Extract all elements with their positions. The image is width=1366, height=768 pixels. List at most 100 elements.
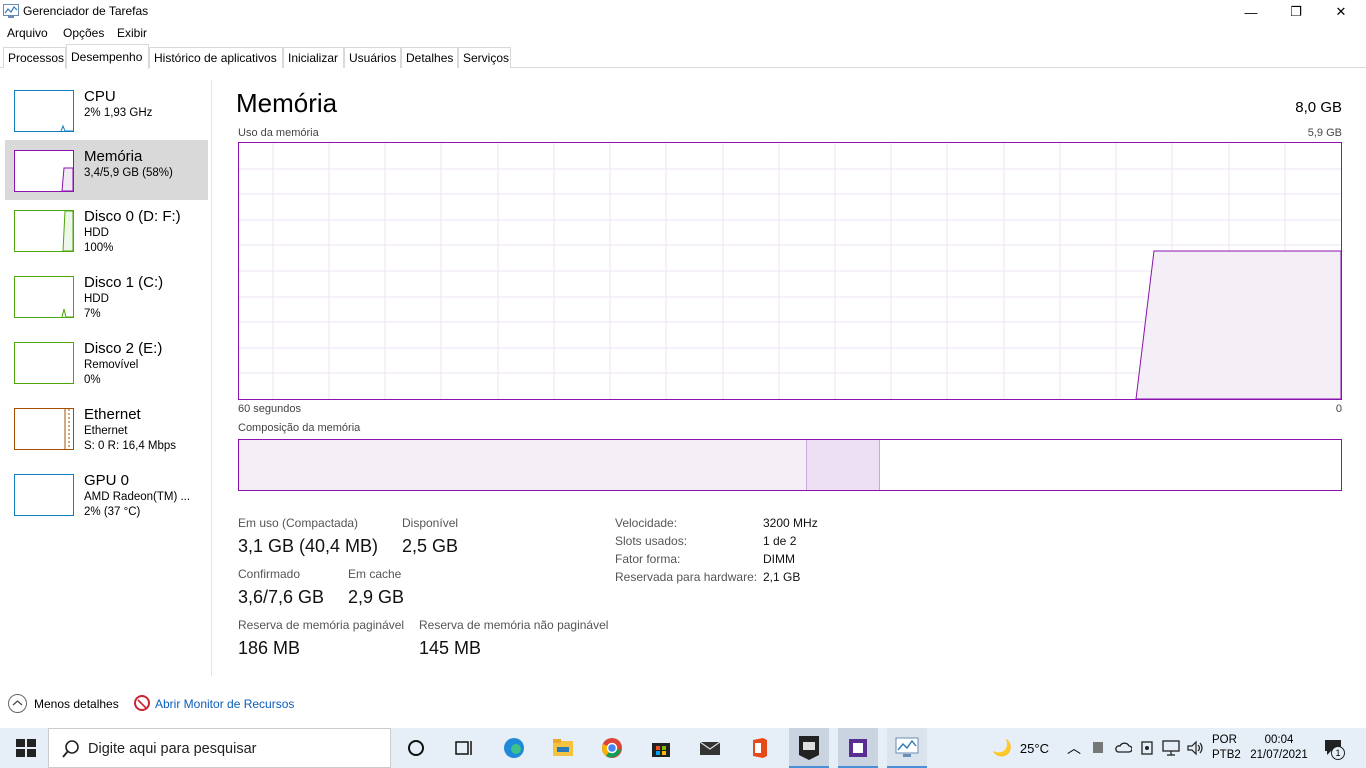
- chevron-up-icon: ︿: [1067, 740, 1081, 756]
- file-explorer-icon[interactable]: [551, 736, 575, 760]
- search-placeholder: Digite aqui para pesquisar: [88, 741, 257, 757]
- tab-usuarios[interactable]: Usuários: [344, 47, 401, 68]
- tab-desempenho[interactable]: Desempenho: [66, 44, 149, 69]
- sidebar-item-detail: HDD: [84, 227, 109, 239]
- sidebar-item-ethernet[interactable]: Ethernet Ethernet S: 0 R: 16,4 Mbps: [5, 398, 208, 458]
- windows-start-icon[interactable]: [14, 736, 38, 760]
- sidebar-item-disco2[interactable]: Disco 2 (E:) Removível 0%: [5, 332, 208, 392]
- cortana-icon[interactable]: [404, 736, 428, 760]
- tab-historico[interactable]: Histórico de aplicativos: [149, 47, 283, 68]
- menu-arquivo[interactable]: Arquivo: [7, 26, 48, 40]
- temperature-label: 25°C: [1019, 740, 1049, 756]
- cached-label: Em cache: [348, 567, 402, 581]
- moon-icon: 🌙: [992, 740, 1012, 757]
- sidebar-item-label: Ethernet: [84, 406, 141, 423]
- tab-processos[interactable]: Processos: [3, 47, 66, 68]
- sidebar-item-label: Disco 2 (E:): [84, 340, 163, 357]
- gpu-thumbnail: [14, 474, 74, 516]
- tab-inicializar[interactable]: Inicializar: [283, 47, 344, 68]
- task-manager-taskbar-button[interactable]: [887, 728, 927, 768]
- hardware-reserved-label: Reservada para hardware:: [615, 570, 758, 584]
- disk2-thumbnail: [14, 342, 74, 384]
- task-view-icon[interactable]: [452, 736, 476, 760]
- sidebar-item-label: Disco 1 (C:): [84, 274, 164, 291]
- time-axis-right: 0: [1335, 403, 1342, 415]
- less-details-link[interactable]: Menos detalhes: [34, 697, 119, 711]
- committed-value: 3,6/7,6 GB: [238, 587, 325, 607]
- weather-widget[interactable]: 🌙 25°C: [992, 728, 1049, 768]
- time-axis-left: 60 segundos: [238, 403, 301, 415]
- form-factor-label: Fator forma:: [615, 552, 681, 566]
- security-icon[interactable]: [1139, 739, 1155, 757]
- taskbar-search-box[interactable]: Digite aqui para pesquisar: [48, 728, 391, 768]
- sidebar-item-detail: HDD: [84, 293, 109, 305]
- minimize-icon: —: [1244, 4, 1258, 20]
- chevron-up-icon[interactable]: [8, 694, 27, 713]
- in-use-label: Em uso (Compactada): [238, 516, 359, 530]
- sidebar-item-value: 100%: [84, 242, 114, 254]
- form-factor-value: DIMM: [763, 552, 795, 566]
- clock[interactable]: 00:04 21/07/2021: [1249, 733, 1309, 763]
- hardware-reserved-value: 2,1 GB: [763, 570, 801, 584]
- language-indicator[interactable]: POR PTB2: [1212, 733, 1241, 763]
- sidebar-item-disco1[interactable]: Disco 1 (C:) HDD 7%: [5, 266, 208, 326]
- sidebar-item-label: GPU 0: [84, 472, 130, 489]
- sidebar-item-detail: AMD Radeon(TM) ...: [84, 491, 191, 503]
- open-resource-monitor-link[interactable]: Abrir Monitor de Recursos: [155, 697, 294, 711]
- memory-usage-graph: [238, 142, 1342, 400]
- sidebar-item-disco0[interactable]: Disco 0 (D: F:) HDD 100%: [5, 200, 208, 260]
- restore-icon: ❐: [1290, 4, 1302, 19]
- edge-browser-icon[interactable]: [502, 736, 526, 760]
- sidebar-item-value: 7%: [84, 308, 101, 320]
- menu-opcoes[interactable]: Opções: [63, 26, 104, 40]
- paged-pool-label: Reserva de memória paginável: [238, 618, 405, 632]
- onedrive-icon[interactable]: [1114, 740, 1132, 754]
- sidebar-item-detail: Removível: [84, 359, 139, 371]
- show-hidden-icons[interactable]: ︿: [1067, 728, 1081, 768]
- sidebar-item-memoria[interactable]: Memória 3,4/5,9 GB (58%): [5, 140, 208, 200]
- maximize-button[interactable]: ❐: [1273, 0, 1319, 24]
- epic-games-button[interactable]: [789, 728, 829, 768]
- menu-bar: Arquivo Opções Exibir: [0, 24, 1366, 44]
- task-manager-app-icon: [3, 4, 19, 18]
- close-button[interactable]: ✕: [1318, 0, 1364, 24]
- sidebar-item-detail: 3,4/5,9 GB (58%): [84, 167, 173, 179]
- epic-games-icon: [799, 736, 819, 760]
- sidebar-item-gpu0[interactable]: GPU 0 AMD Radeon(TM) ... 2% (37 °C): [5, 464, 208, 524]
- memory-thumbnail: [14, 150, 74, 192]
- composition-in-use[interactable]: [239, 440, 807, 490]
- sidebar-item-value: 2% (37 °C): [84, 506, 141, 518]
- total-memory: 8,0 GB: [1295, 99, 1342, 116]
- tab-detalhes[interactable]: Detalhes: [401, 47, 458, 68]
- office-icon[interactable]: [747, 736, 771, 760]
- composition-modified[interactable]: [807, 440, 880, 490]
- memory-usage-chart: [239, 143, 1342, 400]
- microsoft-store-icon[interactable]: [649, 736, 673, 760]
- menu-exibir[interactable]: Exibir: [117, 26, 147, 40]
- performance-sidebar: CPU 2% 1,93 GHz Memória 3,4/5,9 GB (58%)…: [0, 80, 212, 676]
- window-title: Gerenciador de Tarefas: [23, 4, 149, 18]
- minimize-button[interactable]: —: [1228, 0, 1274, 24]
- slots-label: Slots usados:: [615, 534, 688, 548]
- paged-pool-value: 186 MB: [238, 638, 301, 658]
- mail-icon[interactable]: [698, 736, 722, 760]
- search-icon: [62, 740, 79, 758]
- usage-max-label: 5,9 GB: [1307, 127, 1342, 139]
- sidebar-item-label: CPU: [84, 88, 116, 105]
- notification-center-button[interactable]: 1: [1323, 738, 1347, 760]
- close-icon: ✕: [1335, 4, 1347, 19]
- network-icon[interactable]: [1161, 739, 1181, 757]
- cpu-z-button[interactable]: [838, 728, 878, 768]
- volume-icon[interactable]: [1186, 739, 1204, 757]
- tab-servicos[interactable]: Serviços: [458, 47, 511, 68]
- chrome-icon[interactable]: [600, 736, 624, 760]
- sidebar-item-detail: 2% 1,93 GHz: [84, 107, 153, 119]
- sidebar-item-cpu[interactable]: CPU 2% 1,93 GHz: [5, 80, 208, 140]
- clock-date: 21/07/2021: [1250, 749, 1308, 761]
- taskbar: Digite aqui para pesquisar 🌙 25°C ︿ POR …: [0, 728, 1366, 768]
- disk0-thumbnail: [14, 210, 74, 252]
- battery-icon[interactable]: [1092, 741, 1104, 754]
- disk1-thumbnail: [14, 276, 74, 318]
- cpu-chip-icon: [849, 739, 867, 757]
- available-label: Disponível: [402, 516, 459, 530]
